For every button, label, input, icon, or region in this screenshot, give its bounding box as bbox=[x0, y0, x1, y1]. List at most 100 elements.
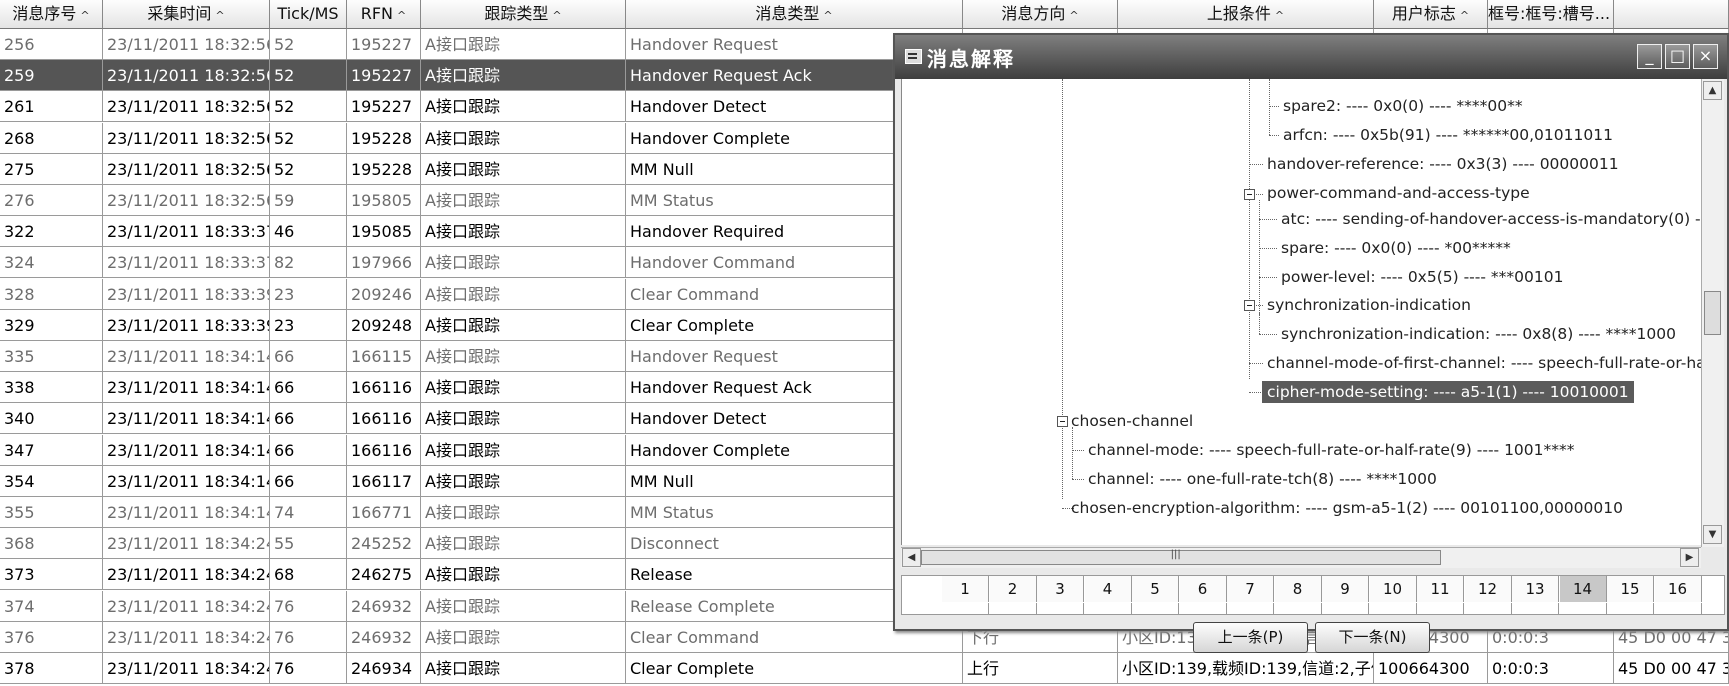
collapse-icon[interactable] bbox=[1244, 300, 1255, 311]
maximize-button[interactable]: □ bbox=[1665, 44, 1690, 69]
tree-node[interactable]: spare2: ---- 0x0(0) ---- ****00** bbox=[1283, 97, 1523, 115]
column-header-extra[interactable] bbox=[1614, 0, 1729, 29]
cell-trace-type: A接口跟踪 bbox=[421, 621, 626, 653]
cell-seq: 373 bbox=[0, 559, 103, 591]
hex-byte-ruler[interactable]: 1 2 3 4 5 6 7 8 9 10 11 12 13 14 15 16 bbox=[901, 575, 1725, 615]
scroll-right-icon[interactable]: ▶ bbox=[1680, 548, 1699, 567]
tree-node[interactable]: atc: ---- sending-of-handover-access-is-… bbox=[1281, 210, 1702, 228]
cell-trace-type: A接口跟踪 bbox=[421, 91, 626, 123]
tree-node[interactable]: synchronization-indication: ---- 0x8(8) … bbox=[1281, 325, 1676, 343]
column-header-msg-type[interactable]: 消息类型 ^ bbox=[626, 0, 963, 29]
sort-ascending-icon[interactable]: ^ bbox=[823, 9, 832, 22]
horizontal-scrollbar[interactable]: ◀ ▶ bbox=[901, 547, 1701, 568]
table-row[interactable]: 378 23/11/2011 18:34:24 76 246934 A接口跟踪 Clear… bbox=[0, 653, 1729, 684]
horizontal-scroll-thumb[interactable] bbox=[921, 549, 1441, 565]
hex-column-number[interactable]: 1 bbox=[942, 576, 989, 602]
hex-column-number[interactable]: 8 bbox=[1274, 576, 1322, 602]
hex-byte-cell[interactable] bbox=[1512, 603, 1559, 614]
hex-byte-cell[interactable] bbox=[1654, 603, 1702, 614]
column-header-seq[interactable]: 消息序号 ^ bbox=[0, 0, 103, 29]
column-header-tick[interactable]: Tick/MS bbox=[270, 0, 347, 29]
sort-ascending-icon[interactable]: ^ bbox=[215, 9, 224, 22]
column-header-rfn[interactable]: RFN ^ bbox=[347, 0, 421, 29]
scroll-left-icon[interactable]: ◀ bbox=[902, 548, 921, 567]
hex-byte-cell[interactable] bbox=[1559, 603, 1607, 614]
scroll-down-icon[interactable]: ▼ bbox=[1703, 525, 1722, 544]
sort-ascending-icon[interactable]: ^ bbox=[1069, 9, 1078, 22]
tree-node[interactable]: spare: ---- 0x0(0) ---- *00***** bbox=[1281, 239, 1511, 257]
tree-node[interactable]: channel-mode-of-first-channel: ---- spee… bbox=[1267, 354, 1702, 372]
hex-byte-cell[interactable] bbox=[1464, 603, 1512, 614]
decode-tree[interactable]: spare2: ---- 0x0(0) ---- ****00** arfcn:… bbox=[901, 79, 1702, 545]
vertical-scrollbar[interactable]: ▲ ▼ bbox=[1701, 79, 1724, 547]
hex-column-number[interactable]: 6 bbox=[1179, 576, 1227, 602]
cell-report-condition: 小区ID:139,载频ID:139,信道:2,子信... bbox=[1118, 653, 1374, 684]
column-header-trace-type[interactable]: 跟踪类型 ^ bbox=[421, 0, 626, 29]
tree-node[interactable]: power-command-and-access-type bbox=[1267, 184, 1530, 202]
collapse-icon[interactable] bbox=[1244, 189, 1255, 200]
hex-column-number[interactable]: 3 bbox=[1037, 576, 1084, 602]
sort-ascending-icon[interactable]: ^ bbox=[552, 9, 561, 22]
hex-column-number[interactable]: 12 bbox=[1464, 576, 1512, 602]
tree-node[interactable]: channel-mode: ---- speech-full-rate-or-h… bbox=[1088, 441, 1575, 459]
cell-tick: 66 bbox=[270, 403, 347, 435]
hex-byte-cell[interactable] bbox=[1037, 603, 1084, 614]
cell-rfn: 166116 bbox=[347, 372, 421, 404]
next-button[interactable]: 下一条(N) bbox=[1315, 622, 1430, 653]
tree-node[interactable]: arfcn: ---- 0x5b(91) ---- ******00,01011… bbox=[1283, 126, 1613, 144]
hex-column-number[interactable]: 2 bbox=[989, 576, 1037, 602]
hex-column-number[interactable]: 4 bbox=[1084, 576, 1132, 602]
column-header-address[interactable]: 框号:框号:槽号...^ bbox=[1488, 0, 1614, 29]
hex-byte-cell[interactable] bbox=[1369, 603, 1417, 614]
hex-column-number[interactable]: 16 bbox=[1654, 576, 1702, 602]
hex-byte-cell[interactable] bbox=[1322, 603, 1369, 614]
sort-ascending-icon[interactable]: ^ bbox=[1460, 9, 1469, 22]
hex-byte-cell[interactable] bbox=[1132, 603, 1179, 614]
hex-byte-cell[interactable] bbox=[1179, 603, 1227, 614]
column-header-direction[interactable]: 消息方向 ^ bbox=[963, 0, 1118, 29]
hex-column-number[interactable]: 10 bbox=[1369, 576, 1417, 602]
close-button[interactable]: × bbox=[1693, 44, 1718, 69]
scroll-up-icon[interactable]: ▲ bbox=[1703, 81, 1722, 100]
dialog-nav-bar: 上一条(P) 下一条(N) bbox=[895, 622, 1727, 655]
column-header-user-id[interactable]: 用户标志 ^ bbox=[1374, 0, 1488, 29]
hex-byte-cell[interactable] bbox=[989, 603, 1037, 614]
hex-column-number[interactable]: 7 bbox=[1227, 576, 1274, 602]
tree-node-selected[interactable]: cipher-mode-setting: ---- a5-1(1) ---- 1… bbox=[1262, 381, 1634, 403]
tree-node[interactable]: synchronization-indication bbox=[1267, 296, 1471, 314]
tree-node[interactable]: chosen-encryption-algorithm: ---- gsm-a5… bbox=[1071, 499, 1623, 517]
cell-tick: 59 bbox=[270, 185, 347, 216]
hex-column-number[interactable]: 15 bbox=[1607, 576, 1654, 602]
hex-byte-cell[interactable] bbox=[1227, 603, 1274, 614]
hex-byte-cell[interactable] bbox=[942, 603, 989, 614]
hex-column-number[interactable]: 9 bbox=[1322, 576, 1369, 602]
tree-node[interactable]: channel: ---- one-full-rate-tch(8) ---- … bbox=[1088, 470, 1437, 488]
column-header-report-condition[interactable]: 上报条件 ^ bbox=[1118, 0, 1374, 29]
sort-ascending-icon[interactable]: ^ bbox=[1275, 9, 1284, 22]
tree-node[interactable]: power-level: ---- 0x5(5) ---- ***00101 bbox=[1281, 268, 1563, 286]
vertical-scroll-thumb[interactable] bbox=[1704, 291, 1721, 335]
hex-column-number[interactable]: 5 bbox=[1132, 576, 1179, 602]
minimize-button[interactable]: _ bbox=[1637, 44, 1662, 69]
tree-node[interactable]: chosen-channel bbox=[1071, 412, 1193, 430]
tree-node[interactable]: handover-reference: ---- 0x3(3) ---- 000… bbox=[1267, 155, 1619, 173]
cell-seq: 276 bbox=[0, 185, 103, 216]
hex-column-number[interactable]: 14 bbox=[1559, 576, 1607, 602]
cell-seq: 340 bbox=[0, 403, 103, 435]
collapse-icon[interactable] bbox=[1057, 416, 1068, 427]
hex-column-number[interactable]: 13 bbox=[1512, 576, 1559, 602]
cell-direction: 上行 bbox=[963, 653, 1118, 684]
hex-byte-cell[interactable] bbox=[1274, 603, 1322, 614]
hex-byte-cell[interactable] bbox=[1417, 603, 1464, 614]
hex-byte-cell[interactable] bbox=[1607, 603, 1654, 614]
column-header-time[interactable]: 采集时间 ^ bbox=[103, 0, 270, 29]
cell-time: 23/11/2011 18:34:14 bbox=[103, 372, 270, 404]
hex-column-number[interactable]: 11 bbox=[1417, 576, 1464, 602]
cell-seq: 355 bbox=[0, 497, 103, 528]
prev-button[interactable]: 上一条(P) bbox=[1193, 622, 1308, 653]
sort-ascending-icon[interactable]: ^ bbox=[397, 9, 406, 22]
sort-ascending-icon[interactable]: ^ bbox=[80, 9, 89, 22]
cell-trace-type: A接口跟踪 bbox=[421, 434, 626, 466]
dialog-titlebar[interactable]: 消息解释 _ □ × bbox=[895, 35, 1727, 79]
hex-byte-cell[interactable] bbox=[1084, 603, 1132, 614]
